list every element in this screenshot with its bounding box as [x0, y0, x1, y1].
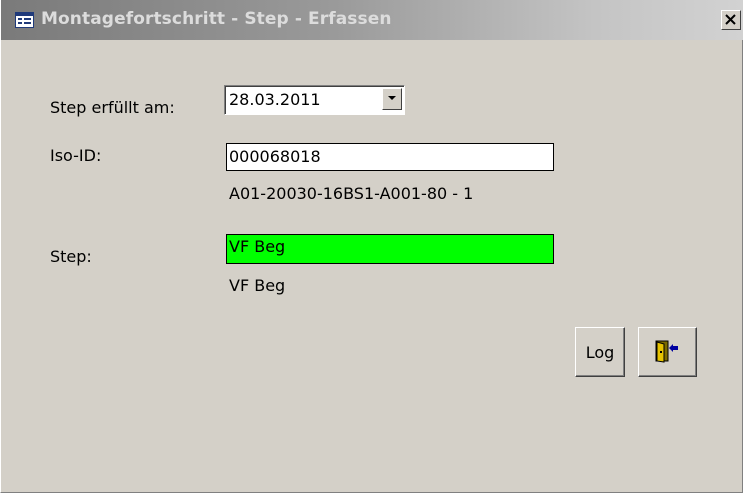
title-bar[interactable]: Montagefortschritt - Step - Erfassen	[1, 0, 743, 40]
log-button[interactable]: Log	[575, 327, 625, 377]
form-icon	[15, 12, 34, 28]
iso-id-field[interactable]: 000068018	[226, 143, 554, 171]
close-icon	[725, 14, 736, 25]
date-dropdown-button[interactable]	[382, 88, 402, 110]
close-button[interactable]	[721, 10, 741, 30]
iso-description: A01-20030-16BS1-A001-80 - 1	[229, 184, 474, 203]
iso-id-label: Iso-ID:	[50, 146, 102, 165]
date-value: 28.03.2011	[229, 90, 321, 109]
iso-id-value: 000068018	[229, 147, 321, 166]
dialog-window: Montagefortschritt - Step - Erfassen Ste…	[0, 0, 743, 493]
step-label: Step:	[50, 247, 92, 266]
exit-button[interactable]	[638, 327, 697, 377]
step-description: VF Beg	[229, 276, 286, 295]
step-value: VF Beg	[229, 237, 286, 256]
exit-door-icon	[655, 340, 678, 363]
log-button-label: Log	[585, 343, 615, 362]
chevron-down-icon	[388, 96, 396, 100]
date-combobox[interactable]: 28.03.2011	[224, 85, 405, 115]
window-title: Montagefortschritt - Step - Erfassen	[41, 9, 392, 29]
date-label: Step erfüllt am:	[50, 98, 175, 117]
step-field[interactable]: VF Beg	[226, 234, 554, 264]
